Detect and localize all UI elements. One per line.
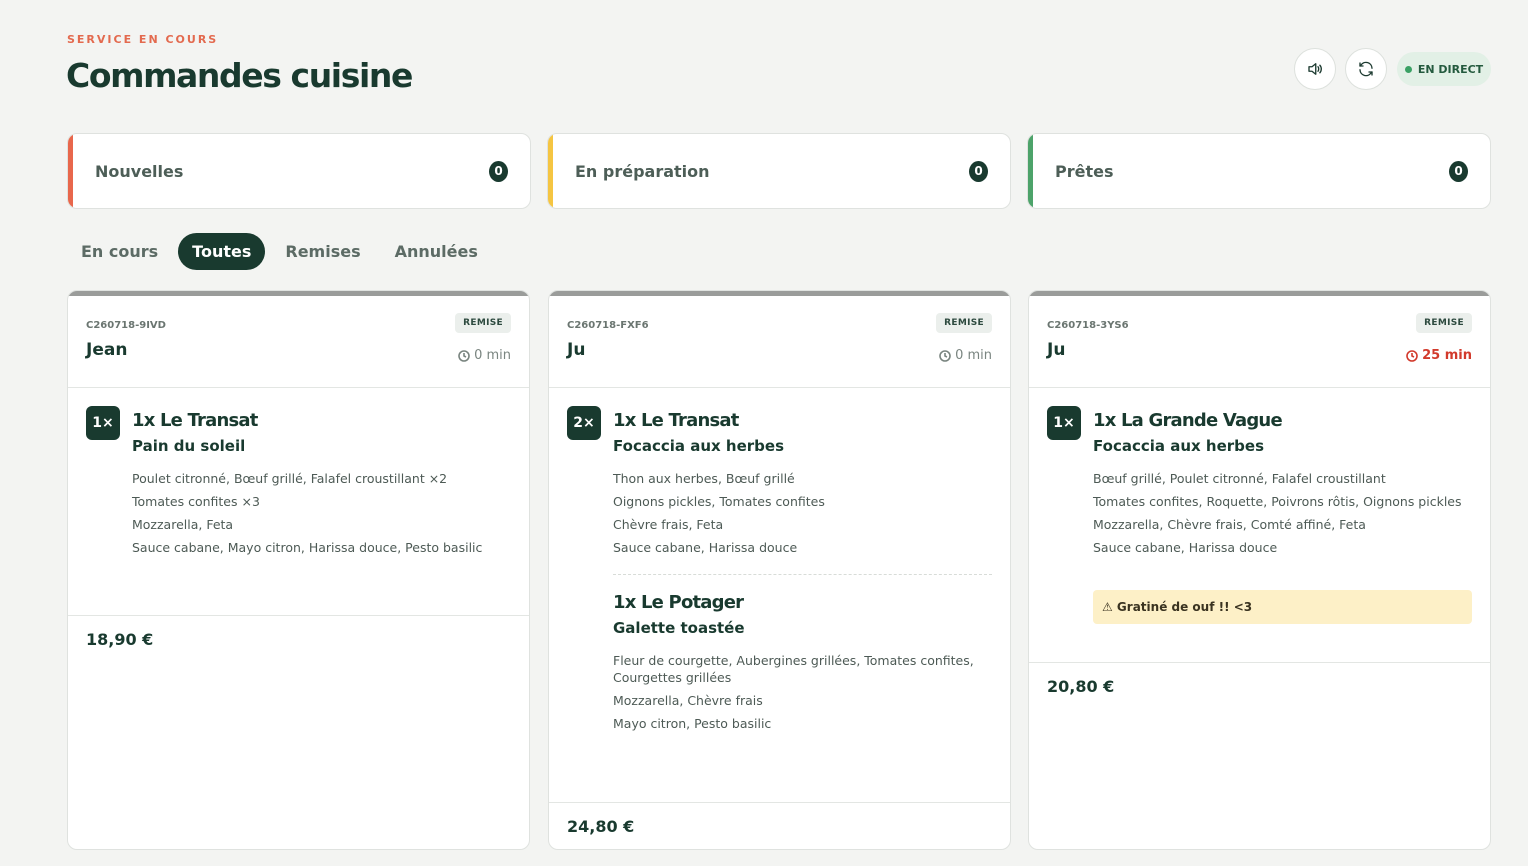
tab-annulees[interactable]: Annulées	[381, 233, 492, 270]
stat-card-new[interactable]: Nouvelles 0	[67, 133, 531, 209]
quantity-badge: 2×	[567, 406, 601, 440]
clock-icon	[1406, 349, 1418, 362]
ingredient-line: Mozzarella, Chèvre frais	[613, 693, 763, 708]
stat-label: Nouvelles	[95, 161, 184, 181]
elapsed-time-value: 25 min	[1422, 348, 1472, 363]
item-base: Pain du soleil	[132, 437, 246, 455]
order-footer: 18,90 €	[68, 615, 529, 649]
ingredient-line: Tomates confites, Roquette, Poivrons rôt…	[1093, 494, 1462, 509]
order-total: 20,80 €	[1047, 677, 1115, 696]
ingredient-line: Chèvre frais, Feta	[613, 517, 724, 532]
order-code: C260718-9IVD	[86, 320, 166, 331]
refresh-icon	[1359, 61, 1373, 77]
customer-name: Ju	[1047, 340, 1066, 360]
stat-card-preparing[interactable]: En préparation 0	[547, 133, 1011, 209]
order-card[interactable]: C260718-FXF6 Ju REMISE 0 min 2× 1x Le Tr…	[548, 290, 1011, 850]
page-eyebrow: SERVICE EN COURS	[67, 33, 219, 46]
ingredient-line: Fleur de courgette, Aubergines grillées,…	[613, 653, 974, 685]
item-name: 1x Le Potager	[613, 592, 744, 613]
status-badge: REMISE	[1416, 313, 1472, 333]
ingredient-line: Sauce cabane, Mayo citron, Harissa douce…	[132, 540, 483, 555]
filter-tabs: En cours Toutes Remises Annulées	[67, 233, 492, 270]
status-badge: REMISE	[936, 313, 992, 333]
elapsed-time: 0 min	[939, 348, 992, 363]
elapsed-time-value: 0 min	[474, 348, 511, 363]
stat-card-ready[interactable]: Prêtes 0	[1027, 133, 1491, 209]
stat-count: 0	[969, 160, 988, 182]
order-item: 1x La Grande Vague Focaccia aux herbes B…	[1093, 410, 1472, 624]
status-badge: REMISE	[455, 313, 511, 333]
clock-icon	[939, 349, 951, 362]
order-item: 1x Le Transat Focaccia aux herbes Thon a…	[613, 410, 992, 738]
item-name: 1x Le Transat	[613, 410, 739, 431]
order-header: C260718-9IVD Jean REMISE 0 min	[68, 296, 529, 388]
elapsed-time: 25 min	[1406, 348, 1472, 363]
stat-count: 0	[1449, 160, 1468, 182]
live-dot-icon	[1404, 65, 1412, 73]
order-item: 1x Le Transat Pain du soleil Poulet citr…	[132, 410, 511, 562]
tab-toutes[interactable]: Toutes	[178, 233, 266, 270]
sound-button[interactable]	[1294, 48, 1336, 90]
refresh-button[interactable]	[1345, 48, 1387, 90]
live-status-badge: EN DIRECT	[1397, 52, 1491, 86]
ingredient-line: Sauce cabane, Harissa douce	[613, 540, 798, 555]
ingredient-line: Tomates confites ×3	[132, 494, 260, 509]
page-title: Commandes cuisine	[66, 56, 413, 95]
quantity-badge: 1×	[1047, 406, 1081, 440]
stat-accent-bar	[1028, 134, 1033, 208]
order-footer: 20,80 €	[1029, 662, 1490, 696]
ingredient-line: Bœuf grillé, Poulet citronné, Falafel cr…	[1093, 471, 1386, 486]
customer-name: Ju	[567, 340, 586, 360]
ingredient-line: Thon aux herbes, Bœuf grillé	[613, 471, 795, 486]
ingredient-line: Mozzarella, Chèvre frais, Comté affiné, …	[1093, 517, 1366, 532]
stat-label: Prêtes	[1055, 161, 1114, 181]
order-card[interactable]: C260718-3YS6 Ju REMISE 25 min 1× 1x La G…	[1028, 290, 1491, 850]
live-label: EN DIRECT	[1417, 62, 1484, 76]
ingredient-line: Sauce cabane, Harissa douce	[1093, 540, 1278, 555]
stat-count: 0	[489, 160, 508, 182]
stat-accent-bar	[68, 134, 73, 208]
stat-label: En préparation	[575, 161, 710, 181]
order-code: C260718-3YS6	[1047, 320, 1129, 331]
order-total: 24,80 €	[567, 817, 635, 836]
ingredient-line: Mayo citron, Pesto basilic	[613, 716, 772, 731]
customer-name: Jean	[86, 340, 128, 360]
tab-en-cours[interactable]: En cours	[67, 233, 172, 270]
order-footer: 24,80 €	[549, 802, 1010, 836]
order-note: ⚠ Gratiné de ouf !! <3	[1093, 590, 1472, 624]
item-name: 1x Le Transat	[132, 410, 258, 431]
clock-icon	[458, 349, 470, 362]
order-header: C260718-FXF6 Ju REMISE 0 min	[549, 296, 1010, 388]
quantity-badge: 1×	[86, 406, 120, 440]
order-total: 18,90 €	[86, 630, 154, 649]
speaker-icon	[1308, 63, 1322, 75]
tab-remises[interactable]: Remises	[271, 233, 374, 270]
item-base: Focaccia aux herbes	[1093, 437, 1265, 455]
order-header: C260718-3YS6 Ju REMISE 25 min	[1029, 296, 1490, 388]
ingredient-line: Poulet citronné, Bœuf grillé, Falafel cr…	[132, 471, 448, 486]
item-base: Focaccia aux herbes	[613, 437, 785, 455]
ingredient-line: Oignons pickles, Tomates confites	[613, 494, 825, 509]
ingredient-line: Mozzarella, Feta	[132, 517, 234, 532]
item-name: 1x La Grande Vague	[1093, 410, 1283, 431]
item-base: Galette toastée	[613, 619, 745, 637]
order-code: C260718-FXF6	[567, 320, 649, 331]
elapsed-time: 0 min	[458, 348, 511, 363]
elapsed-time-value: 0 min	[955, 348, 992, 363]
item-divider	[613, 574, 992, 575]
stat-accent-bar	[548, 134, 553, 208]
order-card[interactable]: C260718-9IVD Jean REMISE 0 min 1× 1x Le …	[67, 290, 530, 850]
